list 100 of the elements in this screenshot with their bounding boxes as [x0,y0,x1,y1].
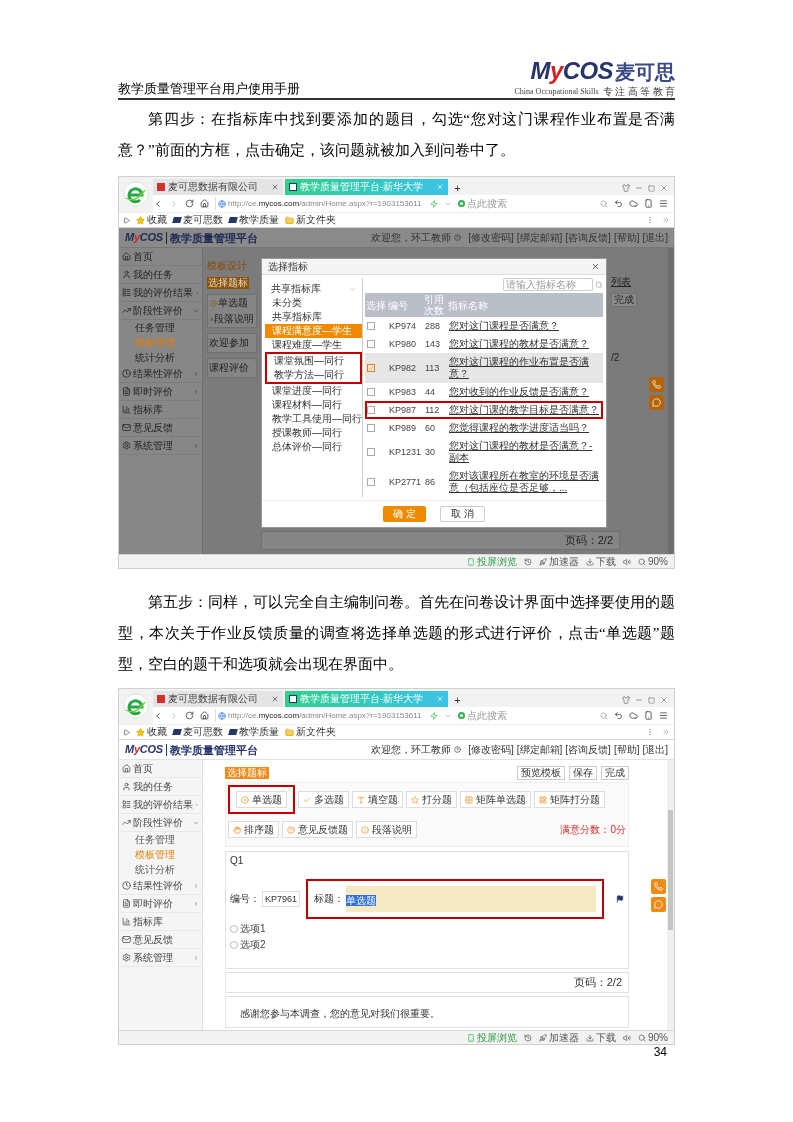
header-link[interactable]: [绑定邮箱] [516,743,563,756]
home-icon[interactable] [200,199,209,208]
refresh-icon[interactable] [185,199,194,208]
browser-logo-icon[interactable] [123,693,149,719]
chevrons-icon[interactable] [662,728,670,736]
forward-icon[interactable] [169,198,179,209]
forward-icon[interactable] [169,710,179,721]
tree-item[interactable]: 课程难度—学生 [265,338,362,352]
more-icon[interactable] [646,216,654,224]
option-radio[interactable]: 选项2 [230,939,624,951]
table-row[interactable]: KP987 112 您对这门课的教学目标是否满意？ [365,401,603,419]
minimize-icon[interactable] [635,696,643,704]
maximize-icon[interactable] [648,184,655,192]
play-icon[interactable] [123,216,130,224]
search-field[interactable]: 点此搜索 [467,197,598,210]
sidebar-item[interactable]: 我的任务 [119,778,202,796]
sidebar-item[interactable]: 系统管理 [119,437,202,455]
refresh-icon[interactable] [185,711,194,720]
help-icon[interactable] [454,234,462,241]
address-bar[interactable]: http://ce.mycos.com/admin/Home.aspx?r=1903153611 [215,709,424,722]
title-field[interactable]: 单选题 [346,886,596,912]
header-link[interactable]: [修改密码] [468,743,514,756]
cloud-icon[interactable] [629,711,638,720]
bookmark-item[interactable]: 教学质量 [229,214,279,226]
choose-question-tag[interactable]: 选择题标 [207,277,249,289]
tree-item[interactable]: 教学工具使用—同行 [265,412,362,426]
checkbox[interactable] [367,340,375,348]
sidebar-item[interactable]: 指标库 [119,401,202,419]
help-icon[interactable] [454,746,462,753]
finish-button[interactable]: 完成 [611,293,637,307]
sidebar-subitem[interactable]: 统计分析 [119,862,202,877]
table-row[interactable]: KP983 44 您对收到的作业反馈是否满意？ [365,383,603,401]
undo-icon[interactable] [614,711,623,720]
flag-icon[interactable] [616,895,624,903]
home-icon[interactable] [200,711,209,720]
bookmark-item[interactable]: 新文件夹 [285,214,336,226]
phone-button[interactable] [651,878,666,894]
minimize-icon[interactable] [635,184,643,192]
action-button[interactable]: 保存 [569,766,597,780]
tree-item[interactable]: 课程材料—同行 [265,398,362,412]
back-icon[interactable] [153,198,163,209]
question-type-button[interactable]: 段落说明 [356,821,417,838]
sidebar-item[interactable]: 我的评价结果 [119,284,202,302]
sidebar-item[interactable]: 意见反馈 [119,931,202,949]
checkbox[interactable] [367,478,375,486]
indicator-link[interactable]: 您对收到的作业反馈是否满意？ [449,385,601,399]
new-tab-button[interactable]: + [450,693,465,707]
header-link[interactable]: [帮助] [613,743,640,756]
speaker-icon[interactable] [623,1033,631,1042]
sidebar-item[interactable]: 结果性评价 [119,877,202,895]
phone-icon[interactable] [644,711,653,720]
header-link[interactable]: [绑定邮箱] [516,231,563,244]
status-button[interactable]: 下载 [586,1031,616,1044]
skin-icon[interactable] [622,184,630,192]
more-icon[interactable] [646,728,654,736]
history-icon[interactable] [524,1033,532,1042]
menu-icon[interactable] [659,199,668,208]
list-link[interactable]: 列表 [611,276,664,288]
question-type-button[interactable]: 段落说明 [210,313,254,325]
history-icon[interactable] [524,557,532,566]
skin-icon[interactable] [622,696,630,704]
scrollbar-thumb[interactable] [668,810,673,930]
sidebar-item[interactable]: 阶段性评价 [119,302,202,320]
checkbox[interactable] [367,448,375,456]
status-button[interactable]: 下载 [586,555,616,568]
undo-icon[interactable] [614,199,623,208]
close-icon[interactable] [660,696,668,704]
play-icon[interactable] [123,728,130,736]
question-type-button[interactable]: 打分题 [406,791,457,808]
checkbox[interactable] [367,406,375,414]
sidebar-subitem[interactable]: 任务管理 [119,320,202,335]
cancel-button[interactable]: 取 消 [440,506,485,522]
sidebar-item[interactable]: 即时评价 [119,383,202,401]
sidebar-item[interactable]: 结果性评价 [119,365,202,383]
header-link[interactable]: [修改密码] [468,231,514,244]
indicator-link[interactable]: 您对这门课程的教材是否满意？-副本 [449,439,601,465]
table-row[interactable]: KP1231 30 您对这门课程的教材是否满意？-副本 [365,437,603,467]
sidebar-subitem[interactable]: 任务管理 [119,832,202,847]
sidebar-item[interactable]: 首页 [119,760,202,778]
close-icon[interactable] [591,262,600,271]
chat-button[interactable] [651,896,666,912]
table-row[interactable]: KP974 288 您对这门课程是否满意？ [365,317,603,335]
question-type-button[interactable]: 矩阵单选题 [460,791,531,808]
tree-item[interactable]: 教学方法—同行 [267,368,360,382]
status-button[interactable]: 加速器 [539,1031,579,1044]
option-radio[interactable]: 选项1 [230,923,624,935]
header-link[interactable]: [退出] [642,231,668,244]
question-type-button[interactable]: 排序题 [228,821,279,838]
sidebar-subitem[interactable]: 统计分析 [119,350,202,365]
browser-tab[interactable]: 麦可思数据有限公司 [153,179,283,195]
bookmark-item[interactable]: 新文件夹 [285,726,336,738]
tree-item[interactable]: 总体评价—同行 [265,440,362,454]
search-icon[interactable] [595,280,603,289]
header-link[interactable]: [退出] [642,743,668,756]
new-tab-button[interactable]: + [450,181,465,195]
phone-button[interactable] [649,377,664,392]
bookmark-item[interactable]: 收藏 [136,214,167,226]
question-type-button[interactable]: 单选题 [210,297,254,309]
sidebar-item[interactable]: 系统管理 [119,949,202,967]
tree-item[interactable]: 未分类 [265,296,362,310]
